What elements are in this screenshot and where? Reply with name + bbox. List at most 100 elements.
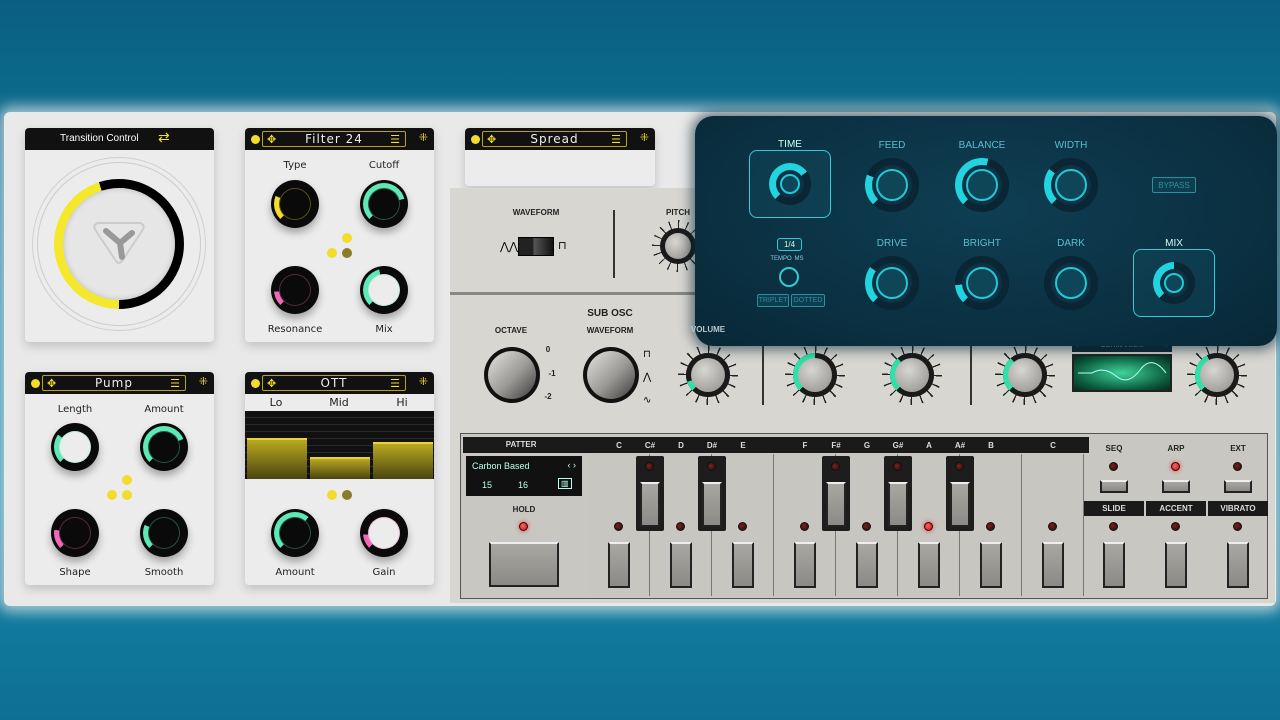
route-dot[interactable] xyxy=(327,248,337,258)
route-dot[interactable] xyxy=(342,248,352,258)
menu-icon[interactable]: ☰ xyxy=(170,378,181,389)
waveform-switch[interactable] xyxy=(518,237,554,256)
tempo-label[interactable]: TEMPO xyxy=(770,256,791,262)
drive-knob[interactable] xyxy=(995,345,1055,405)
route-dot[interactable] xyxy=(122,490,132,500)
menu-icon[interactable]: ☰ xyxy=(390,378,401,389)
expand-icon[interactable]: ⁜ xyxy=(199,377,208,388)
note-led xyxy=(924,522,933,531)
bright-knob[interactable] xyxy=(955,256,1009,310)
move-icon[interactable]: ✥ xyxy=(267,378,277,389)
width-knob[interactable] xyxy=(1044,158,1098,212)
white-key-button[interactable] xyxy=(980,542,1002,588)
hold-label: HOLD xyxy=(512,505,536,514)
feed-knob[interactable] xyxy=(865,158,919,212)
drive-knob[interactable] xyxy=(865,256,919,310)
pattern-steps[interactable]: 15 xyxy=(482,480,492,490)
waveform-label: WAVEFORM xyxy=(512,208,560,217)
route-dot[interactable] xyxy=(107,490,117,500)
mod-button-vibrato[interactable] xyxy=(1227,542,1249,588)
white-key-button[interactable] xyxy=(670,542,692,588)
move-icon[interactable]: ✥ xyxy=(487,134,497,145)
swap-arrows-icon[interactable]: ⇄ xyxy=(158,130,170,144)
amount-knob[interactable] xyxy=(140,423,188,471)
note-label: C xyxy=(1050,441,1056,450)
white-key-button[interactable] xyxy=(608,542,630,588)
octave-mark: 0 xyxy=(545,345,551,354)
mode-label: ARP xyxy=(1167,444,1185,453)
knob-label: Gain xyxy=(372,567,396,578)
dark-knob[interactable] xyxy=(1044,256,1098,310)
balance-knob[interactable] xyxy=(955,158,1009,212)
mode-label: EXT xyxy=(1230,444,1246,453)
mix-knob[interactable] xyxy=(1153,262,1195,304)
route-dot[interactable] xyxy=(122,475,132,485)
division-display[interactable]: 1/4 xyxy=(777,238,802,251)
band-level-lo[interactable] xyxy=(247,438,307,479)
mode-button-ext[interactable] xyxy=(1224,480,1252,493)
mode-button-seq[interactable] xyxy=(1100,480,1128,493)
mode-button-arp[interactable] xyxy=(1162,480,1190,493)
cutoff-knob[interactable] xyxy=(360,180,408,228)
volume-knob[interactable] xyxy=(678,345,738,405)
black-key-button[interactable] xyxy=(888,482,908,527)
pattern-nav-arrows[interactable]: ‹ › xyxy=(568,460,577,470)
mix-label: MIX xyxy=(1165,238,1183,249)
expand-icon[interactable]: ⁜ xyxy=(640,133,649,144)
shape-knob[interactable] xyxy=(51,509,99,557)
ms-label[interactable]: MS xyxy=(795,256,804,262)
transition-knob[interactable] xyxy=(54,179,184,309)
tempo-ms-toggle[interactable] xyxy=(779,267,799,287)
band-level-hi[interactable] xyxy=(373,441,433,479)
gain-knob[interactable] xyxy=(360,509,408,557)
route-dot[interactable] xyxy=(342,490,352,500)
delay-knob-label: BALANCE xyxy=(958,140,1006,151)
smooth-knob[interactable] xyxy=(140,509,188,557)
mod-button-slide[interactable] xyxy=(1103,542,1125,588)
expand-icon[interactable]: ⁜ xyxy=(419,377,428,388)
octave-knob[interactable] xyxy=(484,347,540,403)
menu-icon[interactable]: ☰ xyxy=(390,134,401,145)
mod-button-accent[interactable] xyxy=(1165,542,1187,588)
move-icon[interactable]: ✥ xyxy=(267,134,277,145)
power-toggle[interactable] xyxy=(251,379,260,388)
hold-button[interactable] xyxy=(489,542,559,587)
type-knob[interactable] xyxy=(271,180,319,228)
dotted-button[interactable]: DOTTED xyxy=(791,294,825,307)
route-dot[interactable] xyxy=(327,490,337,500)
route-dot[interactable] xyxy=(342,233,352,243)
logo-icon xyxy=(93,222,145,264)
keyboard-icon[interactable]: ▥ xyxy=(558,478,572,489)
sub-waveform-knob[interactable] xyxy=(583,347,639,403)
band-level-mid[interactable] xyxy=(310,456,370,479)
delay-knob-label: DRIVE xyxy=(876,238,908,249)
power-toggle[interactable] xyxy=(251,135,260,144)
white-key-button[interactable] xyxy=(856,542,878,588)
white-key-button[interactable] xyxy=(732,542,754,588)
time-knob[interactable] xyxy=(769,163,811,205)
black-key-button[interactable] xyxy=(702,482,722,527)
synth-knob[interactable] xyxy=(882,345,942,405)
power-toggle[interactable] xyxy=(471,135,480,144)
mix-knob[interactable] xyxy=(360,266,408,314)
power-toggle[interactable] xyxy=(31,379,40,388)
white-key-button[interactable] xyxy=(794,542,816,588)
band-meter[interactable] xyxy=(245,411,434,479)
triplet-button[interactable]: TRIPLET xyxy=(757,294,789,307)
white-key-button[interactable] xyxy=(1042,542,1064,588)
mode-led xyxy=(1171,462,1180,471)
white-key-button[interactable] xyxy=(918,542,940,588)
synth-knob[interactable] xyxy=(785,345,845,405)
black-key-button[interactable] xyxy=(950,482,970,527)
pattern-length[interactable]: 16 xyxy=(518,480,528,490)
bypass-button[interactable]: BYPASS xyxy=(1152,177,1196,193)
output-knob[interactable] xyxy=(1187,345,1247,405)
black-key-button[interactable] xyxy=(640,482,660,527)
amount-knob[interactable] xyxy=(271,509,319,557)
expand-icon[interactable]: ⁜ xyxy=(419,133,428,144)
resonance-knob[interactable] xyxy=(271,266,319,314)
move-icon[interactable]: ✥ xyxy=(47,378,57,389)
menu-icon[interactable]: ☰ xyxy=(611,134,622,145)
black-key-button[interactable] xyxy=(826,482,846,527)
length-knob[interactable] xyxy=(51,423,99,471)
